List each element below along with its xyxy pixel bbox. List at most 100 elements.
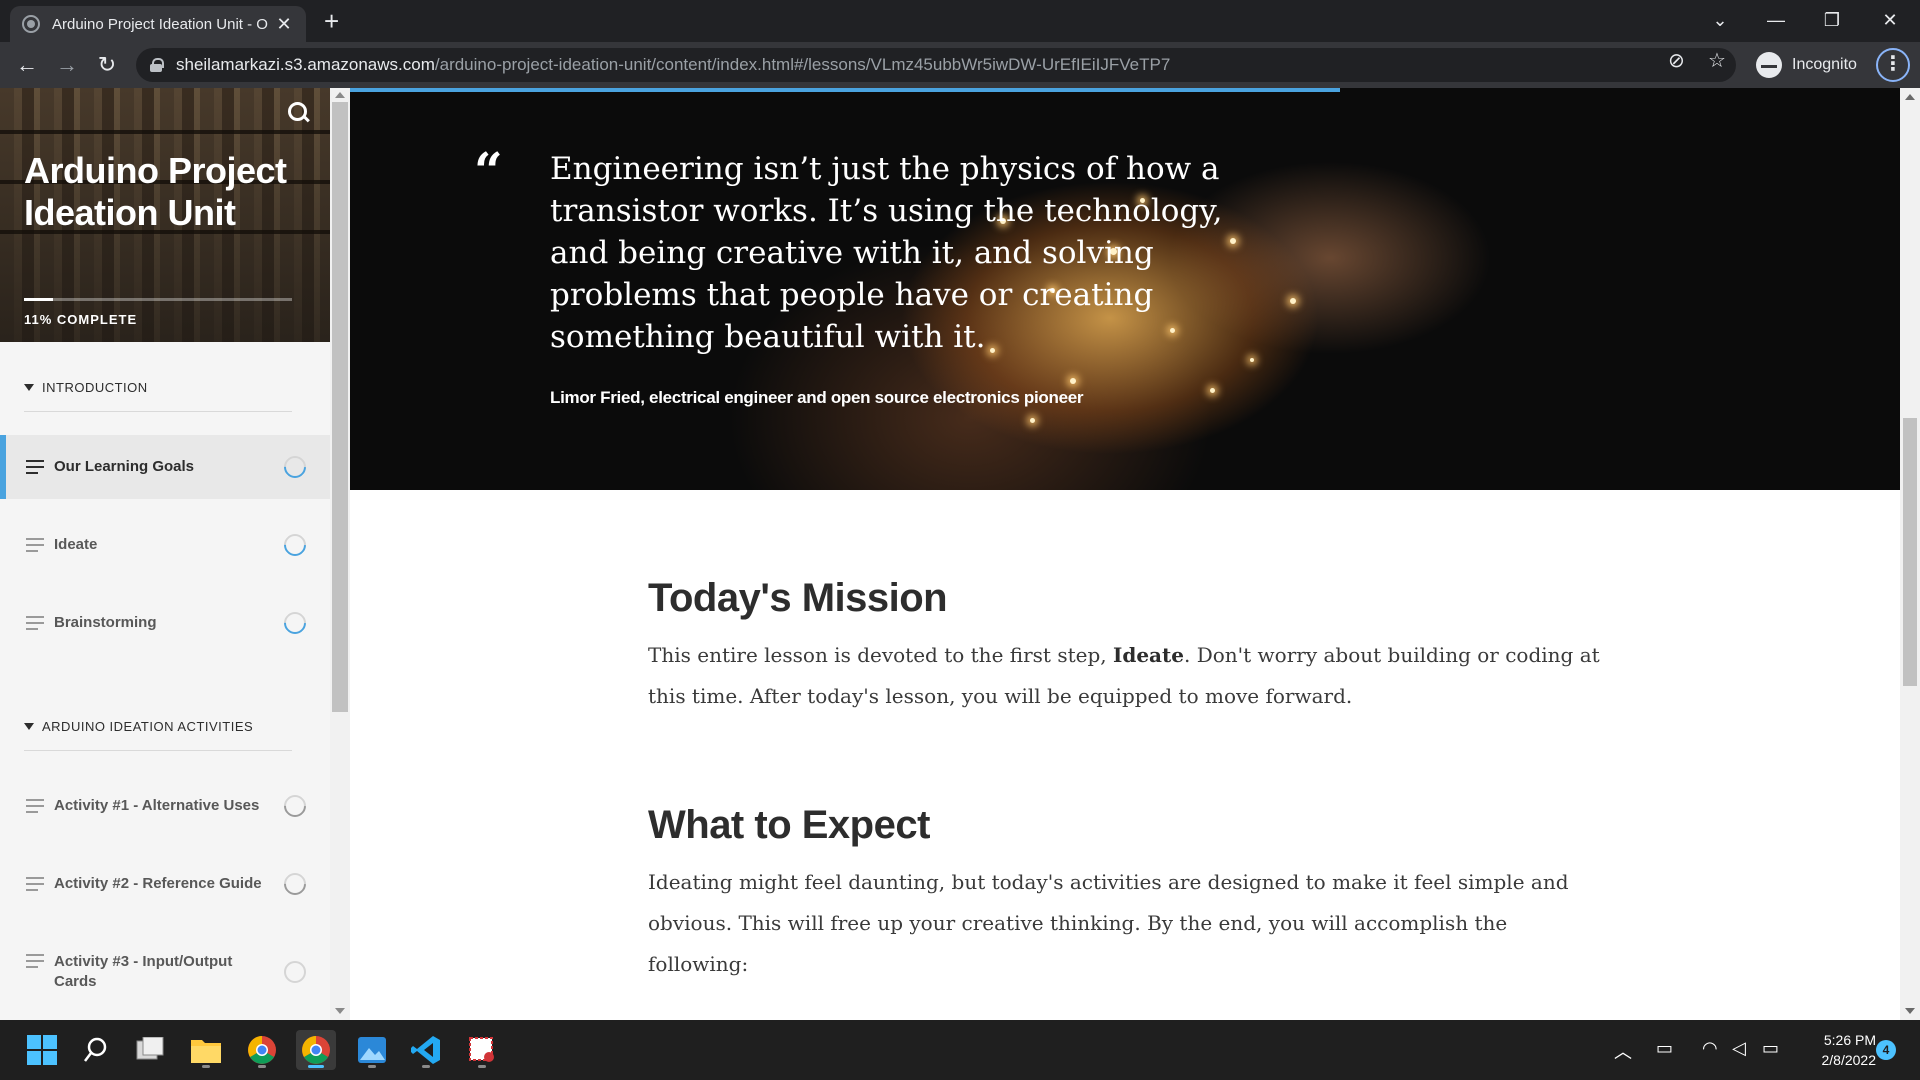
back-button[interactable]: ←	[12, 50, 42, 80]
section-header-introduction[interactable]: INTRODUCTION	[24, 380, 292, 412]
course-sidebar: Arduino Project Ideation Unit 11% COMPLE…	[0, 88, 330, 1020]
quote-hero-block: “ Engineering isn’t just the physics of …	[350, 88, 1900, 490]
system-clock[interactable]: 5:26 PM 2/8/2022	[1800, 1030, 1877, 1070]
lesson-label: Ideate	[54, 536, 98, 553]
snipping-tool-icon	[469, 1037, 494, 1062]
window-close-button[interactable]: ✕	[1870, 4, 1910, 36]
progress-ring-icon	[279, 790, 311, 822]
photos-icon	[358, 1037, 386, 1063]
page-viewport: Arduino Project Ideation Unit 11% COMPLE…	[0, 88, 1920, 1020]
browser-menu-button[interactable]: ⋮	[1876, 48, 1910, 82]
course-header-image: Arduino Project Ideation Unit 11% COMPLE…	[0, 88, 330, 342]
expect-paragraph: Ideating might feel daunting, but today'…	[648, 870, 1569, 976]
lesson-item-ideate[interactable]: Ideate	[0, 513, 330, 577]
forward-button[interactable]: →	[52, 50, 82, 80]
running-indicator	[368, 1065, 376, 1068]
battery-icon[interactable]: ▭	[1762, 1038, 1779, 1059]
reload-button[interactable]: ↻	[92, 50, 122, 80]
search-icon[interactable]	[288, 102, 310, 124]
touch-keyboard-icon[interactable]: ▭	[1656, 1038, 1673, 1059]
lesson-item-brainstorming[interactable]: Brainstorming	[0, 591, 330, 655]
running-indicator	[308, 1065, 324, 1068]
running-indicator	[478, 1065, 486, 1068]
photos-button[interactable]	[352, 1030, 392, 1070]
browser-tab[interactable]: Arduino Project Ideation Unit - O ✕	[10, 6, 306, 42]
caret-down-icon	[24, 384, 34, 391]
browser-toolbar: ← → ↻ sheilamarkazi.s3.amazonaws.com/ard…	[0, 42, 1920, 88]
mission-paragraph: This entire lesson is devoted to the fir…	[648, 635, 1608, 717]
running-indicator	[202, 1065, 210, 1068]
course-progress-bar	[24, 298, 292, 301]
progress-ring-icon	[279, 529, 311, 561]
tab-search-chevron-icon[interactable]: ⌄	[1700, 4, 1740, 36]
content-scroll-thumb[interactable]	[1903, 418, 1917, 686]
section-header-arduino-ideation-activities[interactable]: ARDUINO IDEATION ACTIVITIES	[24, 719, 292, 751]
fairy-light-decoration	[1210, 388, 1215, 393]
restore-button[interactable]: ❐	[1812, 4, 1852, 36]
lesson-lines-icon	[26, 799, 44, 813]
quote-citation: Limor Fried, electrical engineer and ope…	[550, 388, 1084, 407]
tab-title: Arduino Project Ideation Unit - O	[52, 15, 268, 33]
tab-close-icon[interactable]: ✕	[274, 14, 294, 35]
lesson-scroll-progress-bar	[350, 88, 1340, 92]
chrome-icon	[248, 1036, 276, 1064]
course-progress-label: 11% COMPLETE	[24, 312, 138, 327]
search-button[interactable]	[76, 1030, 116, 1070]
empty-ring-icon	[284, 961, 306, 983]
content-scrollbar[interactable]	[1900, 88, 1920, 1020]
notification-badge[interactable]: 4	[1876, 1040, 1896, 1060]
bookshelf-decoration	[0, 130, 330, 134]
browser-tab-strip: Arduino Project Ideation Unit - O ✕ + ⌄ …	[0, 0, 1920, 42]
progress-ring-icon	[279, 868, 311, 900]
scroll-up-arrow-icon[interactable]	[1905, 94, 1915, 100]
running-indicator	[422, 1065, 430, 1068]
chrome-incognito-icon	[302, 1036, 330, 1064]
clock-time: 5:26 PM	[1823, 1032, 1876, 1048]
course-progress-fill	[24, 298, 54, 301]
mission-bold-text: Ideate	[1112, 643, 1184, 667]
scroll-down-arrow-icon[interactable]	[335, 1008, 345, 1014]
lesson-label: Activity #3 - Input/Output Cards	[54, 953, 233, 990]
lesson-label: Activity #2 - Reference Guide	[54, 875, 262, 892]
lock-icon[interactable]	[150, 58, 164, 72]
scroll-up-arrow-icon[interactable]	[335, 92, 345, 98]
sidebar-scroll-thumb[interactable]	[332, 102, 348, 712]
progress-ring-icon	[279, 451, 311, 483]
lesson-lines-icon	[26, 616, 44, 630]
scroll-down-arrow-icon[interactable]	[1905, 1008, 1915, 1014]
lesson-lines-icon	[26, 954, 44, 968]
lesson-item-our-learning-goals[interactable]: Our Learning Goals	[0, 435, 330, 499]
address-bar[interactable]: sheilamarkazi.s3.amazonaws.com/arduino-p…	[136, 48, 1736, 82]
site-favicon-icon	[22, 15, 40, 33]
task-view-button[interactable]	[130, 1030, 170, 1070]
lesson-item-activity-1[interactable]: Activity #1 - Alternative Uses	[0, 774, 330, 838]
start-button[interactable]	[22, 1030, 62, 1070]
file-explorer-button[interactable]	[186, 1030, 226, 1070]
show-hidden-icons-chevron-icon[interactable]: ︿	[1614, 1038, 1632, 1064]
running-indicator	[258, 1065, 266, 1068]
vscode-button[interactable]	[406, 1030, 446, 1070]
lesson-item-activity-3[interactable]: Activity #3 - Input/Output Cards	[0, 940, 330, 1004]
eye-slash-icon[interactable]: ⊘	[1668, 48, 1685, 73]
fairy-light-decoration	[1250, 358, 1254, 362]
incognito-profile-button[interactable]: Incognito	[1756, 49, 1857, 81]
wifi-icon[interactable]: ◠	[1702, 1038, 1718, 1059]
bookmark-star-icon[interactable]: ☆	[1708, 48, 1726, 73]
windows-logo-icon	[27, 1035, 57, 1065]
new-tab-button[interactable]: +	[324, 6, 339, 36]
fairy-light-decoration	[1290, 298, 1296, 304]
minimize-button[interactable]: —	[1756, 4, 1796, 36]
snipping-tool-button[interactable]	[462, 1030, 502, 1070]
chrome-button[interactable]	[242, 1030, 282, 1070]
caret-down-icon	[24, 723, 34, 730]
lesson-item-activity-2[interactable]: Activity #2 - Reference Guide	[0, 852, 330, 916]
sidebar-scrollbar[interactable]	[330, 88, 350, 1020]
volume-icon[interactable]: ◁	[1732, 1038, 1746, 1059]
chrome-incognito-button[interactable]	[296, 1030, 336, 1070]
section-title: ARDUINO IDEATION ACTIVITIES	[42, 719, 254, 734]
mission-heading: Today's Mission	[648, 576, 948, 620]
url-host: sheilamarkazi.s3.amazonaws.com	[176, 55, 435, 74]
progress-ring-icon	[279, 607, 311, 639]
lesson-lines-icon	[26, 538, 44, 552]
fairy-light-decoration	[1070, 378, 1076, 384]
